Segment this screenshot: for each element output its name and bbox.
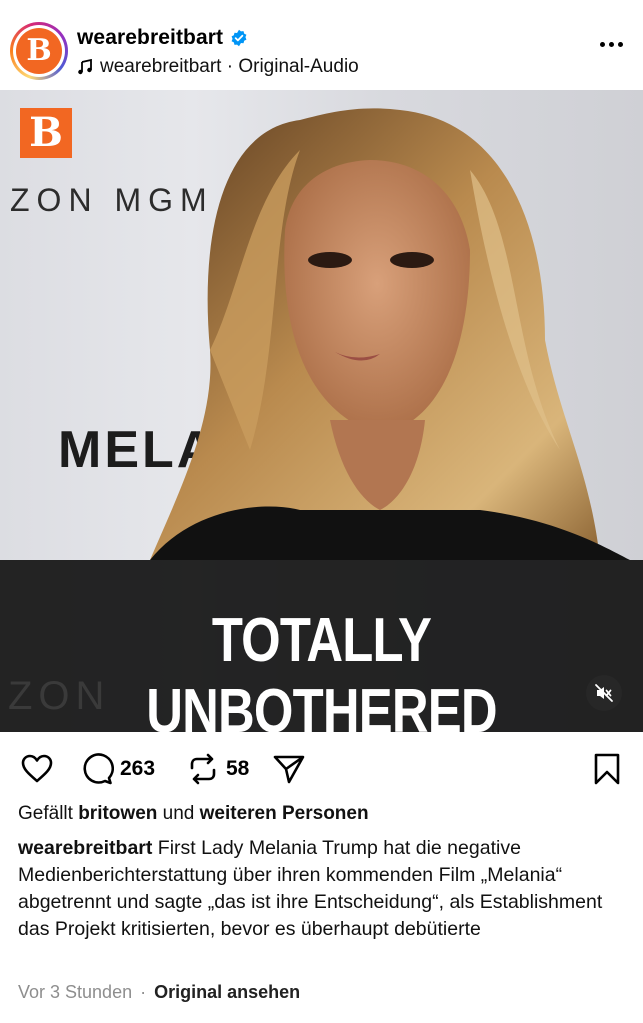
breitbart-logo: B (20, 108, 72, 158)
username-row: wearebreitbart (77, 26, 248, 50)
repost-button[interactable]: 58 (186, 752, 249, 786)
repost-count: 58 (226, 757, 250, 780)
post-meta: Vor 3 Stunden · Original ansehen (18, 982, 300, 1003)
verified-badge-icon (231, 29, 247, 47)
send-icon (273, 755, 305, 784)
post-header: B wearebreitbart wearebreitbart · Origin… (0, 0, 643, 90)
bookmark-icon (594, 753, 620, 785)
liker-username[interactable]: britowen (78, 803, 157, 824)
view-original-link[interactable]: Original ansehen (154, 982, 300, 1003)
more-options-icon[interactable] (593, 34, 629, 54)
like-button[interactable] (20, 752, 54, 786)
avatar[interactable]: B (10, 22, 68, 80)
mute-button[interactable] (586, 675, 622, 711)
reel-video[interactable]: ZON MGM MELA B ZON TOTALLY UNBOTHERED (0, 90, 643, 732)
avatar-logo: B (26, 33, 52, 68)
audio-link[interactable]: wearebreitbart · Original-Audio (77, 56, 359, 78)
others-link[interactable]: weiteren Personen (200, 803, 369, 824)
audio-label: wearebreitbart · Original-Audio (100, 56, 359, 77)
likes-summary[interactable]: Gefällt britowen und weiteren Personen (18, 803, 369, 825)
comment-button[interactable]: 263 (80, 752, 155, 786)
heart-icon (21, 754, 53, 783)
repost-icon (190, 753, 216, 785)
post-caption: wearebreitbart First Lady Melania Trump … (18, 835, 630, 943)
meta-separator: · (140, 982, 147, 1002)
speaker-muted-icon (595, 684, 613, 702)
comment-count: 263 (120, 757, 156, 780)
video-caption: TOTALLY UNBOTHERED (146, 606, 497, 732)
username[interactable]: wearebreitbart (77, 26, 223, 50)
caption-author[interactable]: wearebreitbart (18, 837, 152, 859)
action-bar: 263 58 (0, 740, 643, 796)
music-note-icon (78, 59, 92, 75)
timestamp: Vor 3 Stunden (18, 982, 133, 1002)
comment-icon (83, 753, 114, 785)
share-button[interactable] (272, 752, 306, 786)
save-button[interactable] (590, 752, 624, 786)
